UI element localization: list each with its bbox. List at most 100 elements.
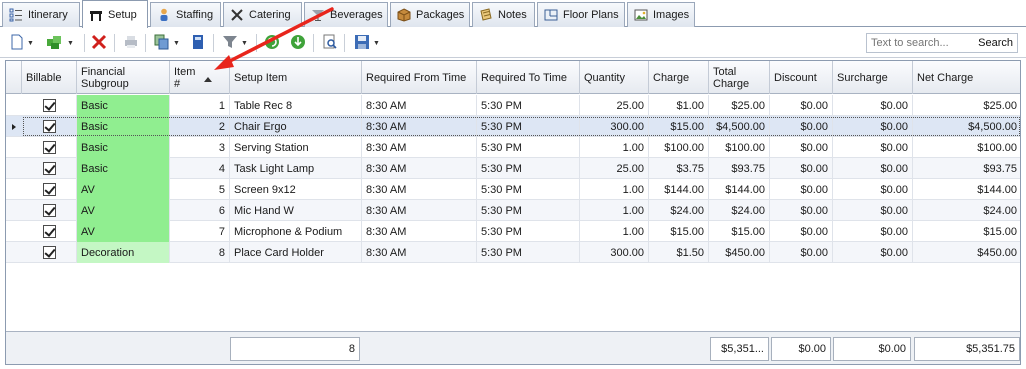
cell-discount[interactable]: $0.00 bbox=[770, 137, 833, 158]
find-button[interactable] bbox=[322, 34, 338, 52]
tab-beverages[interactable]: Beverages bbox=[304, 2, 388, 27]
cell-net-charge[interactable]: $15.00 bbox=[913, 221, 1020, 242]
table-row[interactable]: AV 6 Mic Hand W 8:30 AM 5:30 PM 1.00 $24.00 $24… bbox=[6, 200, 1020, 221]
header-discount[interactable]: Discount bbox=[770, 61, 833, 94]
cell-subgroup[interactable]: Basic bbox=[77, 95, 170, 116]
tab-floor-plans[interactable]: Floor Plans bbox=[537, 2, 625, 27]
cell-setup-item[interactable]: Table Rec 8 bbox=[230, 95, 362, 116]
new-button[interactable]: ▼ bbox=[10, 34, 34, 52]
billable-checkbox[interactable] bbox=[22, 95, 77, 116]
cell-required-to[interactable]: 5:30 PM bbox=[477, 95, 580, 116]
cell-setup-item[interactable]: Microphone & Podium bbox=[230, 221, 362, 242]
cell-subgroup[interactable]: AV bbox=[77, 179, 170, 200]
table-row[interactable]: Basic 2 Chair Ergo 8:30 AM 5:30 PM 300.00 $15.… bbox=[6, 116, 1020, 137]
filter-button[interactable]: ▼ bbox=[222, 34, 248, 52]
cell-setup-item[interactable]: Screen 9x12 bbox=[230, 179, 362, 200]
cell-setup-item[interactable]: Chair Ergo bbox=[230, 116, 362, 137]
cell-surcharge[interactable]: $0.00 bbox=[833, 200, 913, 221]
cell-item-number[interactable]: 1 bbox=[170, 95, 230, 116]
cell-total-charge[interactable]: $15.00 bbox=[709, 221, 770, 242]
billable-checkbox[interactable] bbox=[22, 242, 77, 263]
cell-discount[interactable]: $0.00 bbox=[770, 221, 833, 242]
cell-item-number[interactable]: 8 bbox=[170, 242, 230, 263]
table-row[interactable]: AV 7 Microphone & Podium 8:30 AM 5:30 PM 1.00… bbox=[6, 221, 1020, 242]
header-net-charge[interactable]: Net Charge bbox=[913, 61, 1020, 94]
cell-surcharge[interactable]: $0.00 bbox=[833, 242, 913, 263]
cell-required-to[interactable]: 5:30 PM bbox=[477, 179, 580, 200]
table-row[interactable]: Basic 3 Serving Station 8:30 AM 5:30 PM 1.00 $… bbox=[6, 137, 1020, 158]
checkbox-checked-icon[interactable] bbox=[42, 246, 56, 259]
tab-catering[interactable]: Catering bbox=[223, 2, 302, 27]
cell-quantity[interactable]: 1.00 bbox=[580, 137, 649, 158]
cell-item-number[interactable]: 5 bbox=[170, 179, 230, 200]
refresh-button[interactable] bbox=[264, 34, 280, 52]
header-financial-subgroup[interactable]: Financial Subgroup bbox=[77, 61, 170, 94]
billable-checkbox[interactable] bbox=[22, 221, 77, 242]
billable-checkbox[interactable] bbox=[22, 158, 77, 179]
header-required-from[interactable]: Required From Time bbox=[362, 61, 477, 94]
table-row[interactable]: Decoration 8 Place Card Holder 8:30 AM 5:30 … bbox=[6, 242, 1020, 263]
cell-surcharge[interactable]: $0.00 bbox=[833, 116, 913, 137]
cell-surcharge[interactable]: $0.00 bbox=[833, 137, 913, 158]
header-required-to[interactable]: Required To Time bbox=[477, 61, 580, 94]
row-indicator[interactable] bbox=[6, 200, 22, 221]
cell-total-charge[interactable]: $450.00 bbox=[709, 242, 770, 263]
row-indicator[interactable] bbox=[6, 137, 22, 158]
tab-packages[interactable]: Packages bbox=[390, 2, 470, 27]
checkbox-checked-icon[interactable] bbox=[42, 225, 56, 238]
search-input[interactable] bbox=[867, 34, 975, 52]
row-indicator[interactable] bbox=[6, 116, 22, 137]
table-row[interactable]: AV 5 Screen 9x12 8:30 AM 5:30 PM 1.00 $144.00 $… bbox=[6, 179, 1020, 200]
cell-required-to[interactable]: 5:30 PM bbox=[477, 200, 580, 221]
cell-discount[interactable]: $0.00 bbox=[770, 95, 833, 116]
checkbox-checked-icon[interactable] bbox=[42, 183, 56, 196]
print-button[interactable] bbox=[123, 34, 139, 52]
cell-required-to[interactable]: 5:30 PM bbox=[477, 116, 580, 137]
cell-net-charge[interactable]: $93.75 bbox=[913, 158, 1020, 179]
cell-total-charge[interactable]: $24.00 bbox=[709, 200, 770, 221]
cell-discount[interactable]: $0.00 bbox=[770, 242, 833, 263]
copy-button[interactable]: ▼ bbox=[154, 34, 180, 52]
cell-required-to[interactable]: 5:30 PM bbox=[477, 242, 580, 263]
cell-quantity[interactable]: 1.00 bbox=[580, 179, 649, 200]
cell-quantity[interactable]: 300.00 bbox=[580, 242, 649, 263]
cell-subgroup[interactable]: Basic bbox=[77, 137, 170, 158]
cell-subgroup[interactable]: AV bbox=[77, 200, 170, 221]
header-setup-item[interactable]: Setup Item bbox=[230, 61, 362, 94]
book-button[interactable] bbox=[190, 34, 206, 52]
cell-quantity[interactable]: 1.00 bbox=[580, 221, 649, 242]
cell-discount[interactable]: $0.00 bbox=[770, 200, 833, 221]
cell-subgroup[interactable]: AV bbox=[77, 221, 170, 242]
cell-net-charge[interactable]: $4,500.00 bbox=[913, 116, 1020, 137]
cell-quantity[interactable]: 300.00 bbox=[580, 116, 649, 137]
row-indicator[interactable] bbox=[6, 95, 22, 116]
tab-notes[interactable]: Notes bbox=[472, 2, 535, 27]
search-button[interactable]: Search bbox=[978, 37, 1013, 49]
cell-total-charge[interactable]: $25.00 bbox=[709, 95, 770, 116]
cell-total-charge[interactable]: $100.00 bbox=[709, 137, 770, 158]
cell-required-from[interactable]: 8:30 AM bbox=[362, 200, 477, 221]
checkbox-checked-icon[interactable] bbox=[42, 99, 56, 112]
row-indicator[interactable] bbox=[6, 158, 22, 179]
cell-quantity[interactable]: 25.00 bbox=[580, 158, 649, 179]
cell-net-charge[interactable]: $25.00 bbox=[913, 95, 1020, 116]
cell-surcharge[interactable]: $0.00 bbox=[833, 95, 913, 116]
delete-button[interactable] bbox=[91, 34, 107, 52]
cell-charge[interactable]: $15.00 bbox=[649, 116, 709, 137]
cell-total-charge[interactable]: $93.75 bbox=[709, 158, 770, 179]
checkbox-checked-icon[interactable] bbox=[42, 120, 56, 133]
cell-required-from[interactable]: 8:30 AM bbox=[362, 95, 477, 116]
cell-surcharge[interactable]: $0.00 bbox=[833, 221, 913, 242]
cell-charge[interactable]: $1.50 bbox=[649, 242, 709, 263]
cell-quantity[interactable]: 25.00 bbox=[580, 95, 649, 116]
download-button[interactable] bbox=[290, 34, 306, 52]
cell-net-charge[interactable]: $450.00 bbox=[913, 242, 1020, 263]
cell-charge[interactable]: $15.00 bbox=[649, 221, 709, 242]
cell-required-from[interactable]: 8:30 AM bbox=[362, 158, 477, 179]
cell-item-number[interactable]: 3 bbox=[170, 137, 230, 158]
cell-required-to[interactable]: 5:30 PM bbox=[477, 137, 580, 158]
table-row[interactable]: Basic 1 Table Rec 8 8:30 AM 5:30 PM 25.00 $1.0… bbox=[6, 95, 1020, 116]
header-billable[interactable]: Billable bbox=[22, 61, 77, 94]
cell-subgroup[interactable]: Basic bbox=[77, 158, 170, 179]
cell-charge[interactable]: $1.00 bbox=[649, 95, 709, 116]
